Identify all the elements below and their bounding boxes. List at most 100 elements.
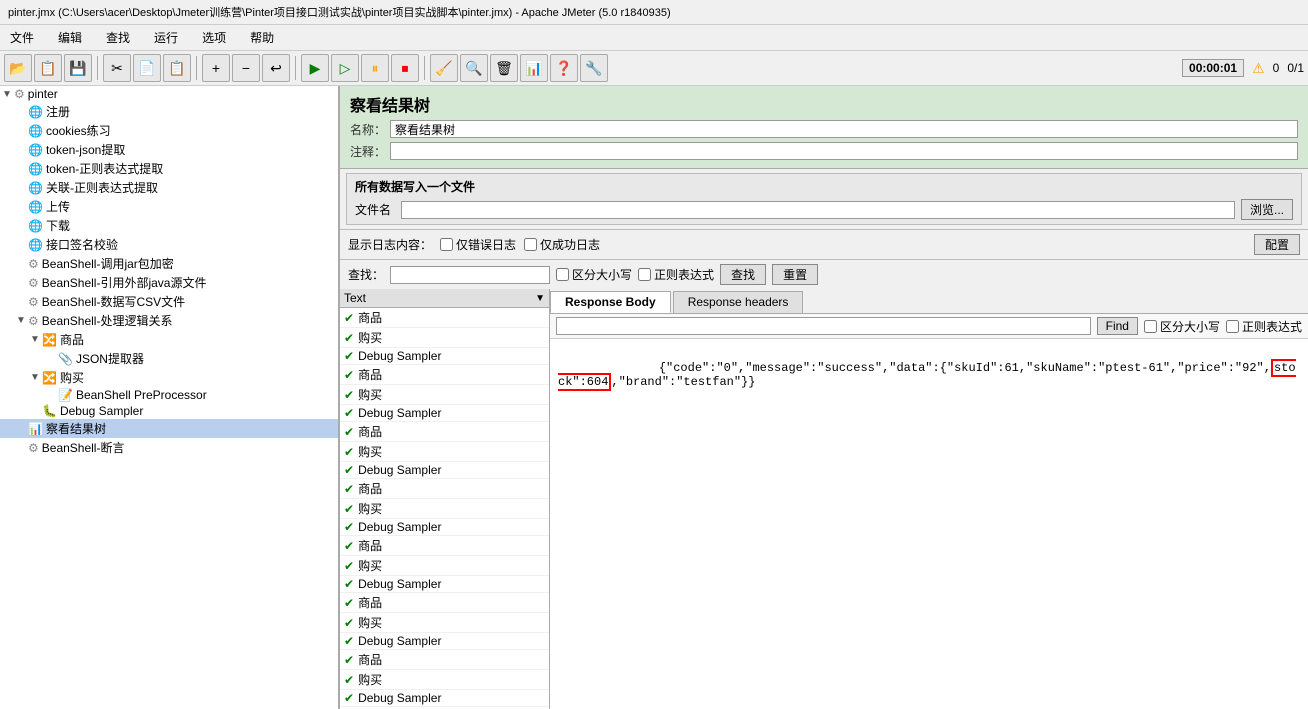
result-item-5[interactable]: ✔ 购买: [340, 385, 549, 405]
result-item-13[interactable]: ✔ 商品: [340, 536, 549, 556]
result-item-11[interactable]: ✔ 购买: [340, 499, 549, 519]
tree-node-token-json[interactable]: 🌐 token-json提取: [0, 140, 338, 159]
search-button[interactable]: 查找: [720, 264, 766, 285]
results-area: Text ▼ ✔ 商品 ✔ 购买 ✔ Debug Sampler: [340, 289, 1308, 709]
tree-node-bs-java[interactable]: ⚙ BeanShell-引用外部java源文件: [0, 273, 338, 292]
browse-button[interactable]: 浏览...: [1241, 199, 1293, 220]
menu-edit[interactable]: 编辑: [52, 27, 88, 48]
tree-node-json-extractor[interactable]: 📎 JSON提取器: [0, 349, 338, 368]
tree-node-goumai-group[interactable]: ▼ 🔀 购买: [0, 368, 338, 387]
clear-all-button[interactable]: 🗑: [490, 54, 518, 82]
label-bs-pre: BeanShell PreProcessor: [76, 388, 207, 402]
dropdown-arrow[interactable]: ▼: [535, 293, 545, 304]
tree-node-zhuce[interactable]: 🌐 注册: [0, 102, 338, 121]
tree-node-xiazai[interactable]: 🌐 下载: [0, 216, 338, 235]
copy-button[interactable]: 📄: [133, 54, 161, 82]
result-item-17[interactable]: ✔ 购买: [340, 613, 549, 633]
paste-button[interactable]: 📋: [163, 54, 191, 82]
result-item-18[interactable]: ✔ Debug Sampler: [340, 633, 549, 650]
tree-node-bs-csv[interactable]: ⚙ BeanShell-数据写CSV文件: [0, 292, 338, 311]
result-item-16[interactable]: ✔ 商品: [340, 593, 549, 613]
case-sensitive-label: 区分大小写: [572, 266, 632, 283]
tree-node-guanlian[interactable]: 🌐 关联-正则表达式提取: [0, 178, 338, 197]
cut-button[interactable]: ✂: [103, 54, 131, 82]
separator1: [97, 56, 98, 80]
menu-options[interactable]: 选项: [196, 27, 232, 48]
result-item-3[interactable]: ✔ Debug Sampler: [340, 348, 549, 365]
result-item-21[interactable]: ✔ Debug Sampler: [340, 690, 549, 707]
report-button[interactable]: 📊: [520, 54, 548, 82]
open-button[interactable]: 📂: [4, 54, 32, 82]
result-item-14[interactable]: ✔ 购买: [340, 556, 549, 576]
menu-run[interactable]: 运行: [148, 27, 184, 48]
reset-button[interactable]: 重置: [772, 264, 818, 285]
result-item-1[interactable]: ✔ 商品: [340, 308, 549, 328]
find-case-checkbox[interactable]: [1144, 320, 1157, 333]
menu-find[interactable]: 查找: [100, 27, 136, 48]
tree-node-jiaoyan[interactable]: 🌐 接口签名校验: [0, 235, 338, 254]
file-row: 文件名 浏览...: [355, 199, 1293, 220]
menu-file[interactable]: 文件: [4, 27, 40, 48]
result-item-7[interactable]: ✔ 商品: [340, 422, 549, 442]
config-button[interactable]: 配置: [1254, 234, 1300, 255]
warning-count: 0: [1273, 61, 1280, 75]
timer-area: 00:00:01 ⚠ 0 0/1: [1182, 59, 1304, 77]
icon-bs-java: ⚙: [28, 276, 39, 290]
success-only-checkbox[interactable]: [524, 238, 537, 251]
tree-node-shangchuan[interactable]: 🌐 上传: [0, 197, 338, 216]
pause-button[interactable]: ⏸: [361, 54, 389, 82]
help-button[interactable]: ❓: [550, 54, 578, 82]
save-button[interactable]: 💾: [64, 54, 92, 82]
regex-checkbox[interactable]: [638, 268, 651, 281]
function-button[interactable]: 🔧: [580, 54, 608, 82]
comment-row: 注释：: [350, 142, 1298, 160]
tree-node-shangpin-group[interactable]: ▼ 🔀 商品: [0, 330, 338, 349]
add-button[interactable]: +: [202, 54, 230, 82]
start-button[interactable]: ▶: [301, 54, 329, 82]
comment-input[interactable]: [390, 142, 1298, 160]
result-item-8[interactable]: ✔ 购买: [340, 442, 549, 462]
tree-node-debug-sampler[interactable]: 🐛 Debug Sampler: [0, 403, 338, 419]
search-input[interactable]: [390, 266, 550, 284]
result-item-12[interactable]: ✔ Debug Sampler: [340, 519, 549, 536]
stop-button[interactable]: ⏹: [391, 54, 419, 82]
file-input[interactable]: [401, 201, 1235, 219]
find-input[interactable]: [556, 317, 1091, 335]
result-item-19[interactable]: ✔ 商品: [340, 650, 549, 670]
error-only-checkbox[interactable]: [440, 238, 453, 251]
tab-response-body[interactable]: Response Body: [550, 291, 671, 313]
save-as-button2[interactable]: 📋: [34, 54, 62, 82]
result-text-18: Debug Sampler: [358, 634, 441, 648]
result-item-9[interactable]: ✔ Debug Sampler: [340, 462, 549, 479]
tree-node-bs-logic[interactable]: ▼ ⚙ BeanShell-处理逻辑关系: [0, 311, 338, 330]
result-item-6[interactable]: ✔ Debug Sampler: [340, 405, 549, 422]
icon-cookies: 🌐: [28, 124, 43, 138]
name-input[interactable]: [390, 120, 1298, 138]
result-item-15[interactable]: ✔ Debug Sampler: [340, 576, 549, 593]
find-button[interactable]: Find: [1097, 317, 1138, 335]
response-body[interactable]: {"code":"0","message":"success","data":{…: [550, 339, 1308, 709]
tree-node-chakan[interactable]: 📊 察看结果树: [0, 419, 338, 438]
result-item-2[interactable]: ✔ 购买: [340, 328, 549, 348]
binoculars-button[interactable]: 🔍: [460, 54, 488, 82]
undo-button[interactable]: ↩: [262, 54, 290, 82]
tree-node-bs-jar[interactable]: ⚙ BeanShell-调用jar包加密: [0, 254, 338, 273]
icon-token-regex: 🌐: [28, 162, 43, 176]
case-sensitive-checkbox[interactable]: [556, 268, 569, 281]
tree-node-pinter[interactable]: ▼ ⚙ pinter: [0, 86, 338, 102]
tree-node-bs-assert[interactable]: ⚙ BeanShell-断言: [0, 438, 338, 457]
result-text-11: 购买: [358, 500, 382, 517]
find-regex-checkbox[interactable]: [1226, 320, 1239, 333]
result-item-10[interactable]: ✔ 商品: [340, 479, 549, 499]
tree-node-bs-pre[interactable]: 📝 BeanShell PreProcessor: [0, 387, 338, 403]
start-nopause-button[interactable]: ▷: [331, 54, 359, 82]
tab-response-headers[interactable]: Response headers: [673, 291, 804, 313]
tree-node-cookies[interactable]: 🌐 cookies练习: [0, 121, 338, 140]
result-item-20[interactable]: ✔ 购买: [340, 670, 549, 690]
menu-help[interactable]: 帮助: [244, 27, 280, 48]
broom-button[interactable]: 🧹: [430, 54, 458, 82]
icon-bs-csv: ⚙: [28, 295, 39, 309]
remove-button[interactable]: −: [232, 54, 260, 82]
result-item-4[interactable]: ✔ 商品: [340, 365, 549, 385]
tree-node-token-regex[interactable]: 🌐 token-正则表达式提取: [0, 159, 338, 178]
